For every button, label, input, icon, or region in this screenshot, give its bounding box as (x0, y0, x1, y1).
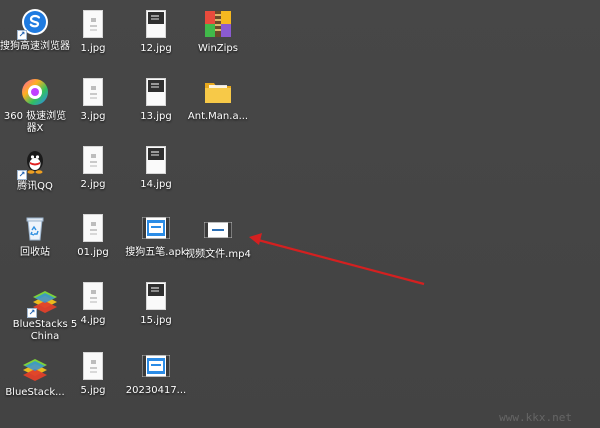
desktop-icon-label: 5.jpg (80, 385, 106, 396)
360-browser-icon (19, 76, 51, 108)
shortcut-arrow-icon: ↗ (17, 30, 27, 40)
watermark: www.kkx.net (499, 411, 572, 424)
desktop: ↗ 搜狗高速浏览器 360 极速浏览器X ↗ 腾讯QQ 回收站 ↗ BlueSt… (0, 0, 600, 428)
desktop-icon-jpg-13[interactable]: 13.jpg (121, 76, 191, 123)
desktop-icon-label: 20230417... (125, 385, 187, 396)
desktop-icon-label: 13.jpg (140, 111, 172, 122)
desktop-icon-file-20230417[interactable]: 20230417... (121, 350, 191, 397)
desktop-icon-label: 搜狗五笔.apk (125, 247, 187, 258)
video-file-icon (202, 214, 234, 246)
desktop-icon-label: 3.jpg (80, 111, 106, 122)
video-file-icon (140, 350, 172, 382)
video-file-icon (140, 212, 172, 244)
winzips-icon (202, 8, 234, 40)
desktop-icon-label: WinZips (198, 43, 238, 54)
qq-penguin-icon: ↗ (17, 146, 51, 180)
desktop-icon-jpg-1[interactable]: 1.jpg (58, 8, 128, 55)
sogou-browser-icon: ↗ (17, 6, 51, 40)
desktop-icon-jpg-14[interactable]: 14.jpg (121, 144, 191, 191)
image-file-icon (77, 350, 109, 382)
desktop-icon-winzips[interactable]: WinZips (183, 8, 253, 55)
desktop-icon-label: 2.jpg (80, 179, 106, 190)
bluestacks-icon (19, 352, 51, 384)
image-file-icon (140, 8, 172, 40)
desktop-icon-jpg-5[interactable]: 5.jpg (58, 350, 128, 397)
recycle-bin-icon (19, 212, 51, 244)
desktop-icon-antman-folder[interactable]: Ant.Man.a... (183, 76, 253, 123)
image-file-icon (140, 76, 172, 108)
desktop-icon-label: Ant.Man.a... (187, 111, 249, 122)
shortcut-arrow-icon: ↗ (17, 170, 27, 180)
desktop-icon-sogou-wubi-apk[interactable]: 搜狗五笔.apk (121, 212, 191, 259)
image-file-icon (140, 280, 172, 312)
desktop-icon-jpg-2[interactable]: 2.jpg (58, 144, 128, 191)
image-file-icon (77, 280, 109, 312)
desktop-icon-jpg-4[interactable]: 4.jpg (58, 280, 128, 327)
image-file-icon (77, 144, 109, 176)
image-file-icon (77, 8, 109, 40)
desktop-icon-jpg-12[interactable]: 12.jpg (121, 8, 191, 55)
shortcut-arrow-icon: ↗ (27, 308, 37, 318)
folder-icon (202, 76, 234, 108)
image-file-icon (77, 76, 109, 108)
desktop-icon-jpg-3[interactable]: 3.jpg (58, 76, 128, 123)
desktop-icon-label: 1.jpg (80, 43, 106, 54)
desktop-icon-label: 视频文件.mp4 (185, 249, 251, 260)
desktop-icon-label: 12.jpg (140, 43, 172, 54)
desktop-icon-jpg-01[interactable]: 01.jpg (58, 212, 128, 259)
desktop-icon-label: 4.jpg (80, 315, 106, 326)
image-file-icon (140, 144, 172, 176)
desktop-icon-label: 15.jpg (140, 315, 172, 326)
desktop-icon-label: 14.jpg (140, 179, 172, 190)
desktop-icon-label: 01.jpg (77, 247, 109, 258)
image-file-icon (77, 212, 109, 244)
bluestacks-icon: ↗ (27, 284, 61, 318)
desktop-icon-video-mp4[interactable]: 视频文件.mp4 (183, 214, 253, 261)
desktop-icon-jpg-15[interactable]: 15.jpg (121, 280, 191, 327)
